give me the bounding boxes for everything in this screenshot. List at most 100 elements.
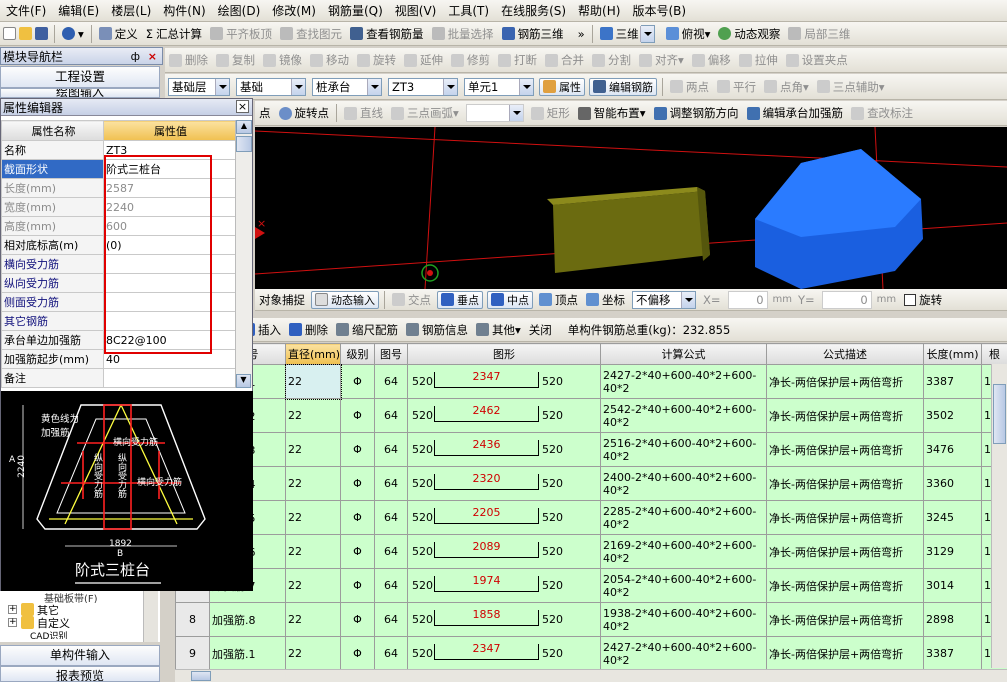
find-element-button[interactable]: 查找图元 (276, 24, 346, 44)
cell-name[interactable]: 加强筋.1 (209, 636, 286, 671)
cell-shape[interactable]: 520 2205 520 (407, 500, 601, 535)
dynamic-input-button[interactable]: 动态输入 (311, 290, 379, 309)
top-view-button[interactable]: 俯视 ▾ (662, 24, 715, 44)
rebar-3d-button[interactable]: 钢筋三维 (498, 24, 568, 44)
view-3d-select[interactable]: 三维 (596, 24, 662, 44)
cell-lv[interactable]: Φ (340, 364, 375, 399)
three-point-arc-button[interactable]: 三点画弧 ▾ (387, 103, 463, 123)
3d-viewport[interactable]: × (255, 127, 1007, 289)
cell-len[interactable]: 3387 (923, 636, 982, 671)
cell-fig[interactable]: 64 (374, 432, 408, 467)
cell-desc[interactable]: 净长-两倍保护层+两倍弯折 (766, 432, 924, 467)
cell-f[interactable]: 1938-2*40+600-40*2+600-40*2 (600, 602, 767, 637)
toolbar1-more[interactable]: » (574, 24, 589, 44)
cell-f[interactable]: 2516-2*40+600-40*2+600-40*2 (600, 432, 767, 467)
col-header-1[interactable]: 直径(mm) (285, 343, 341, 365)
scale-rebar-button[interactable]: 缩尺配筋 (332, 320, 402, 340)
cell-lv[interactable]: Φ (340, 568, 375, 603)
define-button[interactable]: 定义 (95, 24, 142, 44)
cell-desc[interactable]: 净长-两倍保护层+两倍弯折 (766, 398, 924, 433)
cell-idx[interactable]: 9 (175, 636, 210, 671)
rotate-point-button[interactable]: 旋转点 (275, 103, 334, 123)
cell-shape[interactable]: 520 1858 520 (407, 602, 601, 637)
cell-d[interactable]: 22 (285, 432, 341, 467)
rotate-button[interactable]: 旋转 (353, 50, 400, 70)
menu-item-2[interactable]: 楼层(L) (105, 1, 157, 21)
break-button[interactable]: 打断 (494, 50, 541, 70)
nav-single-component-input[interactable]: 单构件输入 (0, 645, 160, 666)
point-button[interactable]: 点 (255, 103, 275, 123)
grid-vertical-scrollbar[interactable] (991, 364, 1007, 668)
property-editor-titlebar[interactable]: 属性编辑器 × (1, 99, 252, 116)
pin-icon[interactable]: ф (131, 50, 140, 63)
nav-project-settings[interactable]: 工程设置 (0, 66, 160, 88)
nav-close-icon[interactable]: × (148, 50, 157, 63)
check-mark-button[interactable]: 查改标注 (847, 103, 917, 123)
cell-d[interactable]: 22 (284, 363, 342, 400)
property-value[interactable] (103, 368, 236, 388)
cell-lv[interactable]: Φ (340, 534, 375, 569)
nav-scrollbar[interactable] (143, 590, 158, 642)
component-code-select[interactable]: ZT3 (388, 77, 458, 96)
col-header-6[interactable]: 公式描述 (766, 343, 924, 365)
rebar-info-button[interactable]: 钢筋信息 (402, 320, 472, 340)
table-row[interactable]: 1加强筋.122Φ6452023475202427-2*40+600-40*2+… (175, 363, 1007, 400)
align-button[interactable]: 对齐 ▾ (635, 50, 688, 70)
mirror-button[interactable]: 镜像 (259, 50, 306, 70)
perpendicular-snap-button[interactable]: 垂点 (437, 290, 483, 309)
cell-d[interactable]: 22 (285, 466, 341, 501)
menu-item-8[interactable]: 工具(T) (442, 1, 495, 21)
cell-shape[interactable]: 520 2462 520 (407, 398, 601, 433)
cell-fig[interactable]: 64 (374, 466, 408, 501)
cell-shape[interactable]: 520 2089 520 (407, 534, 601, 569)
table-row[interactable]: 3加强筋.322Φ6452024365202516-2*40+600-40*2+… (175, 432, 1007, 467)
split-button[interactable]: 分割 (588, 50, 635, 70)
properties-button[interactable]: 属性 (539, 77, 585, 96)
nav-report-preview[interactable]: 报表预览 (0, 666, 160, 682)
cell-d[interactable]: 22 (285, 568, 341, 603)
cell-desc[interactable]: 净长-两倍保护层+两倍弯折 (766, 466, 924, 501)
cell-len[interactable]: 3476 (923, 432, 982, 467)
cell-fig[interactable]: 64 (374, 398, 408, 433)
cell-fig[interactable]: 64 (374, 364, 408, 399)
unit-select[interactable]: 单元1 (464, 77, 534, 96)
y-offset-input[interactable]: 0 (821, 290, 872, 309)
property-row[interactable]: 备注 (1, 368, 236, 388)
parallel-button[interactable]: 平行 (713, 77, 760, 97)
delete-row-button[interactable]: 删除 (285, 320, 332, 340)
cell-len[interactable]: 2898 (923, 602, 982, 637)
cell-desc[interactable]: 净长-两倍保护层+两倍弯折 (766, 534, 924, 569)
menu-item-11[interactable]: 版本号(B) (626, 1, 692, 21)
col-header-4[interactable]: 图形 (407, 343, 601, 365)
cell-f[interactable]: 2400-2*40+600-40*2+600-40*2 (600, 466, 767, 501)
cell-len[interactable]: 3129 (923, 534, 982, 569)
batch-select-button[interactable]: 批量选择 (428, 24, 498, 44)
cell-f[interactable]: 2542-2*40+600-40*2+600-40*2 (600, 398, 767, 433)
cell-lv[interactable]: Φ (340, 432, 375, 467)
extend-button[interactable]: 延伸 (400, 50, 447, 70)
set-grip-button[interactable]: 设置夹点 (782, 50, 852, 70)
cell-fig[interactable]: 64 (374, 602, 408, 637)
menu-item-3[interactable]: 构件(N) (157, 1, 211, 21)
close-grid-button[interactable]: 关闭 (525, 320, 556, 340)
menu-item-5[interactable]: 修改(M) (266, 1, 322, 21)
cell-desc[interactable]: 净长-两倍保护层+两倍弯折 (766, 364, 924, 399)
cell-len[interactable]: 3387 (923, 364, 982, 399)
cell-desc[interactable]: 净长-两倍保护层+两倍弯折 (766, 636, 924, 671)
coordinate-snap-button[interactable]: 坐标 (582, 290, 629, 310)
smart-layout-button[interactable]: 智能布置 ▾ (574, 103, 650, 123)
col-header-3[interactable]: 图号 (374, 343, 408, 365)
intersection-snap-button[interactable]: 交点 (388, 290, 435, 310)
point-angle-button[interactable]: 点角 ▾ (760, 77, 813, 97)
cell-fig[interactable]: 64 (374, 636, 408, 671)
property-editor-close-icon[interactable]: × (236, 100, 249, 113)
cell-shape[interactable]: 520 2347 520 (407, 636, 601, 671)
nav-draw-input[interactable]: 绘图输入 (0, 88, 160, 98)
edit-rebar-button[interactable]: 编辑钢筋 (589, 77, 657, 96)
adjust-rebar-direction-button[interactable]: 调整钢筋方向 (650, 103, 743, 123)
cell-d[interactable]: 22 (285, 636, 341, 671)
menu-item-4[interactable]: 绘图(D) (212, 1, 267, 21)
local-3d-button[interactable]: 局部三维 (784, 24, 854, 44)
cell-f[interactable]: 2285-2*40+600-40*2+600-40*2 (600, 500, 767, 535)
three-point-aux-button[interactable]: 三点辅助 ▾ (813, 77, 889, 97)
